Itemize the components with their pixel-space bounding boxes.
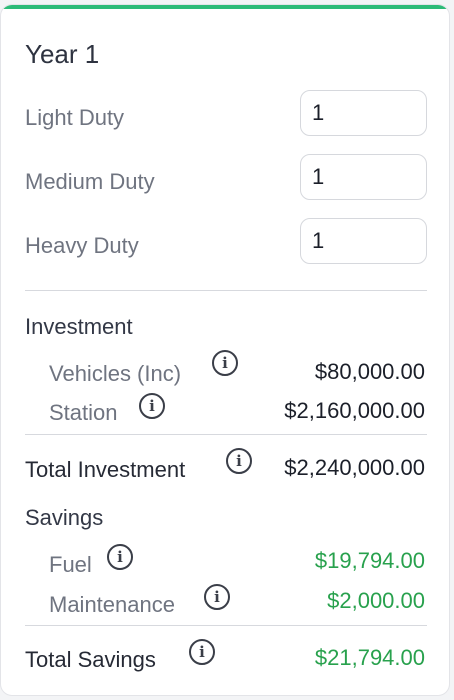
vehicles-value: $80,000.00: [314, 359, 425, 384]
divider: [25, 434, 427, 435]
maintenance-info-icon[interactable]: i: [204, 584, 230, 610]
total-savings-info-icon[interactable]: i: [189, 639, 215, 665]
fuel-info-icon[interactable]: i: [107, 544, 133, 570]
divider: [25, 290, 427, 291]
medium-duty-label: Medium Duty: [25, 169, 155, 194]
heavy-duty-input[interactable]: [300, 218, 427, 264]
light-duty-input[interactable]: [300, 90, 427, 136]
total-investment-info-icon[interactable]: i: [226, 448, 252, 474]
card-title: Year 1: [25, 39, 100, 69]
fuel-value: $19,794.00: [314, 548, 425, 573]
investment-heading: Investment: [25, 314, 133, 339]
fuel-label: Fuel: [49, 552, 92, 577]
station-label: Station: [49, 400, 118, 425]
vehicles-info-icon[interactable]: i: [212, 350, 238, 376]
total-savings-label: Total Savings: [25, 647, 156, 672]
maintenance-label: Maintenance: [49, 592, 175, 617]
divider: [25, 625, 427, 626]
station-info-icon[interactable]: i: [139, 393, 165, 419]
total-investment-label: Total Investment: [25, 457, 186, 482]
light-duty-label: Light Duty: [25, 105, 125, 130]
total-investment-value: $2,240,000.00: [284, 455, 425, 480]
medium-duty-input[interactable]: [300, 154, 427, 200]
heavy-duty-label: Heavy Duty: [25, 233, 139, 258]
station-value: $2,160,000.00: [284, 398, 425, 423]
total-savings-value: $21,794.00: [314, 645, 425, 670]
year-card: Year 1 Light Duty Medium Duty Heavy Duty…: [0, 4, 450, 696]
maintenance-value: $2,000.00: [327, 588, 425, 613]
vehicles-label: Vehicles (Inc): [49, 361, 182, 386]
savings-heading: Savings: [25, 505, 104, 530]
